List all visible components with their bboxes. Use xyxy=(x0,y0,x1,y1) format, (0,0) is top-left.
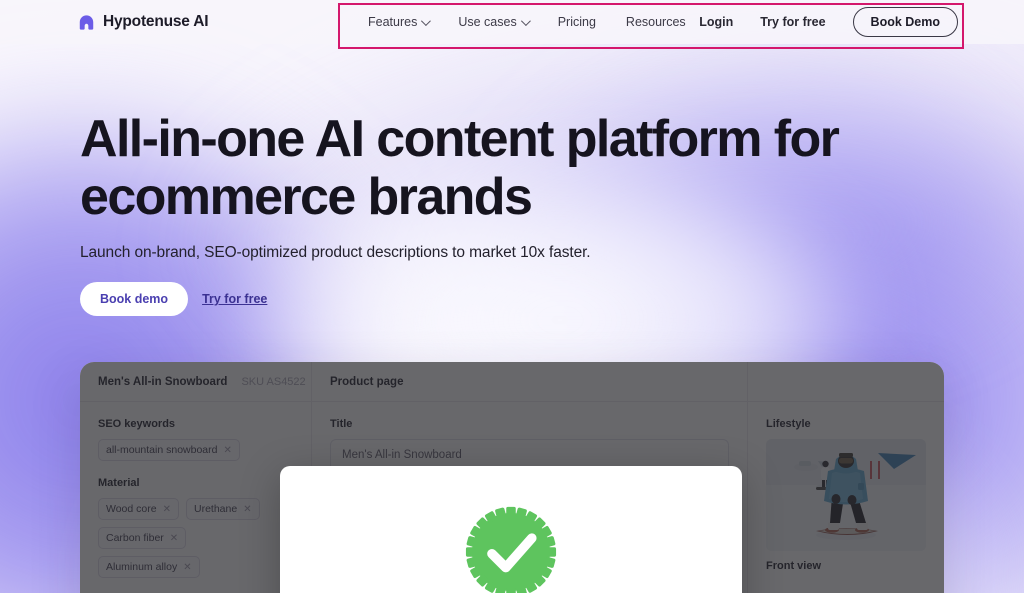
nav-item-pricing[interactable]: Pricing xyxy=(558,15,596,29)
login-link[interactable]: Login xyxy=(699,15,733,29)
hypotenuse-logo-icon xyxy=(78,14,95,31)
nav-item-features[interactable]: Features xyxy=(368,15,432,29)
nav-item-use-cases[interactable]: Use cases xyxy=(458,15,531,29)
chevron-down-icon xyxy=(421,15,432,26)
site-header: Hypotenuse AI Features Use cases Pricing… xyxy=(0,0,1024,44)
hero-try-for-free-link[interactable]: Try for free xyxy=(202,292,267,306)
success-check-badge-icon xyxy=(459,500,563,593)
book-demo-button[interactable]: Book Demo xyxy=(852,7,958,37)
nav-label-use-cases: Use cases xyxy=(458,15,517,29)
page-root: Hypotenuse AI Features Use cases Pricing… xyxy=(0,0,1024,593)
nav-item-resources[interactable]: Resources xyxy=(626,15,686,29)
hero-subtitle: Launch on-brand, SEO-optimized product d… xyxy=(80,244,591,262)
nav-label-pricing: Pricing xyxy=(557,15,596,29)
try-for-free-link[interactable]: Try for free xyxy=(751,10,834,34)
success-modal xyxy=(280,466,742,593)
nav-label-resources: Resources xyxy=(625,15,686,29)
hero-cta-group: Book demo Try for free xyxy=(80,282,870,317)
hero-book-demo-button[interactable]: Book demo xyxy=(80,282,189,317)
brand-name: Hypotenuse AI xyxy=(103,13,209,30)
page-title: All-in-one AI content platform for ecomm… xyxy=(80,110,840,227)
chevron-down-icon xyxy=(520,15,531,26)
hero-section: All-in-one AI content platform for ecomm… xyxy=(80,110,870,317)
header-actions: Login Try for free Book Demo xyxy=(699,7,958,37)
main-navigation: Features Use cases Pricing Resources xyxy=(368,15,686,29)
nav-label-features: Features xyxy=(368,15,418,29)
brand-logo-link[interactable]: Hypotenuse AI xyxy=(78,13,209,31)
